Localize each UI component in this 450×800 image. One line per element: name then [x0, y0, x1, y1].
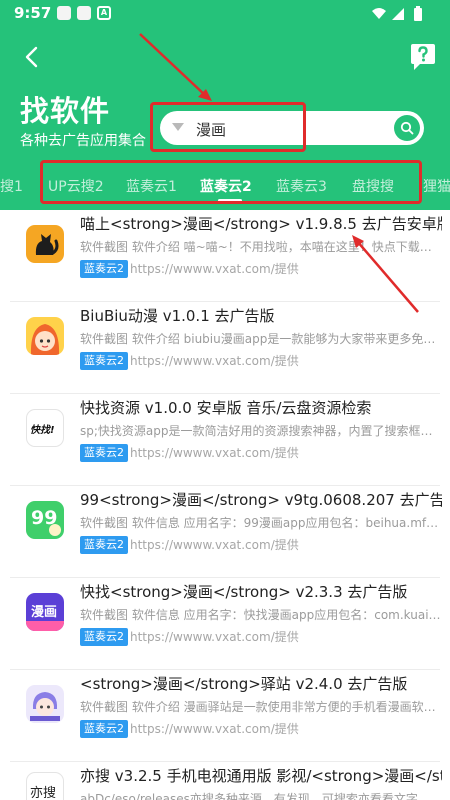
result-description: 软件截图 软件信息 应用名字：99漫画app应用包名：beihua.mfzm… — [80, 516, 442, 530]
result-title[interactable]: 99<strong>漫画</strong> v9tg.0608.207 去广告版 — [80, 489, 442, 510]
result-title[interactable]: 亦搜 v3.2.5 手机电视通用版 影视/<strong>漫画</strong>… — [80, 765, 442, 786]
tab-limao[interactable]: 狸猫 — [423, 176, 450, 196]
source-badge: 蓝奏云2 — [80, 260, 128, 278]
list-item[interactable]: 99 99<strong>漫画</strong> v9tg.0608.207 去… — [0, 486, 450, 578]
battery-icon — [414, 6, 422, 21]
source-badge: 蓝奏云2 — [80, 720, 128, 738]
kuaizhao-app-icon: 快找! — [26, 409, 64, 447]
source-badge: 蓝奏云2 — [80, 444, 128, 462]
cat-app-icon — [26, 225, 64, 263]
tab-pansousou[interactable]: 盘搜搜 — [352, 176, 394, 196]
result-title[interactable]: 快找<strong>漫画</strong> v2.3.3 去广告版 — [80, 581, 442, 602]
chevron-left-icon — [25, 46, 38, 68]
result-list: 喵上<strong>漫画</strong> v1.9.8.5 去广告安卓版 软件… — [0, 210, 450, 800]
anime-girl-app-icon — [26, 317, 64, 355]
app-icon-label: 漫画 — [31, 605, 58, 620]
status-app-icon: A — [97, 6, 111, 20]
99-manga-app-icon: 99 — [26, 501, 64, 539]
tab-lanzou-1[interactable]: 蓝奏云1 — [126, 176, 177, 196]
list-item[interactable]: 亦搜 亦搜 v3.2.5 手机电视通用版 影视/<strong>漫画</stro… — [0, 762, 450, 800]
search-input[interactable]: 漫画 — [160, 111, 424, 145]
list-item[interactable]: 漫画 快找<strong>漫画</strong> v2.3.3 去广告版 软件截… — [0, 578, 450, 670]
app-icon-label: 快找! — [30, 425, 55, 436]
question-bubble-icon — [411, 44, 435, 70]
wifi-icon — [372, 8, 386, 19]
result-url: https://wwww.vxat.com/提供 — [130, 446, 299, 460]
result-url: https://wwww.vxat.com/提供 — [130, 262, 299, 276]
kuaizhao-manga-app-icon: 漫画 — [26, 593, 64, 631]
page-title: 找软件 — [20, 94, 111, 128]
result-url: https://wwww.vxat.com/提供 — [130, 722, 299, 736]
result-title[interactable]: 快找资源 v1.0.0 安卓版 音乐/云盘资源检索 — [80, 397, 442, 418]
result-url: https://wwww.vxat.com/提供 — [130, 538, 299, 552]
active-tab-indicator — [218, 199, 242, 202]
list-item[interactable]: 快找! 快找资源 v1.0.0 安卓版 音乐/云盘资源检索 sp;快找资源app… — [0, 394, 450, 486]
search-query[interactable]: 漫画 — [196, 119, 226, 140]
result-description: 软件截图 软件介绍 漫画驿站是一款使用非常方便的手机看漫画软… — [80, 700, 436, 714]
result-title[interactable]: 喵上<strong>漫画</strong> v1.9.8.5 去广告安卓版 — [80, 213, 442, 234]
status-app-icon — [77, 6, 91, 20]
search-icon — [400, 121, 414, 135]
result-title[interactable]: <strong>漫画</strong>驿站 v2.4.0 去广告版 — [80, 673, 442, 694]
signal-icon — [392, 8, 404, 20]
result-title[interactable]: BiuBiu动漫 v1.0.1 去广告版 — [80, 305, 442, 326]
page-subtitle: 各种去广告应用集合 — [20, 133, 146, 149]
tab-sou1[interactable]: 搜1 — [0, 176, 23, 196]
source-badge: 蓝奏云2 — [80, 352, 128, 370]
yisou-app-icon: 亦搜 — [26, 772, 64, 800]
mascot-face — [49, 524, 61, 536]
status-time: 9:57 — [14, 4, 52, 22]
list-item[interactable]: BiuBiu动漫 v1.0.1 去广告版 软件截图 软件介绍 biubiu漫画a… — [0, 302, 450, 394]
result-url: https://wwww.vxat.com/提供 — [130, 630, 299, 644]
result-description: abDc/eso/releases亦搜多种来源，有发现，可搜索亦看看文字，… — [80, 792, 442, 800]
result-description: 软件截图 软件信息 应用名字：快找漫画app应用包名：com.kuaizh… — [80, 608, 442, 622]
back-button[interactable] — [20, 44, 46, 70]
manga-station-app-icon — [26, 685, 64, 723]
list-item[interactable]: 喵上<strong>漫画</strong> v1.9.8.5 去广告安卓版 软件… — [0, 210, 450, 302]
status-bar: 9:57 A — [0, 0, 450, 28]
tab-up-cloud-2[interactable]: UP云搜2 — [48, 176, 104, 196]
help-button[interactable] — [410, 42, 436, 72]
search-button[interactable] — [394, 115, 420, 141]
status-indicators — [370, 6, 440, 26]
app-icon-label: 亦搜 — [30, 786, 57, 800]
source-tabs: 搜1 UP云搜2 蓝奏云1 蓝奏云2 蓝奏云3 盘搜搜 狸猫 — [0, 172, 450, 202]
list-item[interactable]: <strong>漫画</strong>驿站 v2.4.0 去广告版 软件截图 软… — [0, 670, 450, 762]
tab-lanzou-2[interactable]: 蓝奏云2 — [200, 176, 252, 196]
result-description: 软件截图 软件介绍 biubiu漫画app是一款能够为大家带来更多免费… — [80, 332, 442, 346]
icon-stripe — [26, 621, 64, 631]
dropdown-caret-icon[interactable] — [172, 123, 184, 131]
source-badge: 蓝奏云2 — [80, 536, 128, 554]
source-badge: 蓝奏云2 — [80, 628, 128, 646]
result-description: sp;快找资源app是一款简洁好用的资源搜索神器，内置了搜索框，… — [80, 424, 442, 438]
tab-lanzou-3[interactable]: 蓝奏云3 — [276, 176, 327, 196]
status-app-icon — [57, 6, 71, 20]
result-url: https://wwww.vxat.com/提供 — [130, 354, 299, 368]
result-description: 软件截图 软件介绍 喵~喵~！不用找啦，本喵在这里！快点下载《… — [80, 240, 442, 254]
